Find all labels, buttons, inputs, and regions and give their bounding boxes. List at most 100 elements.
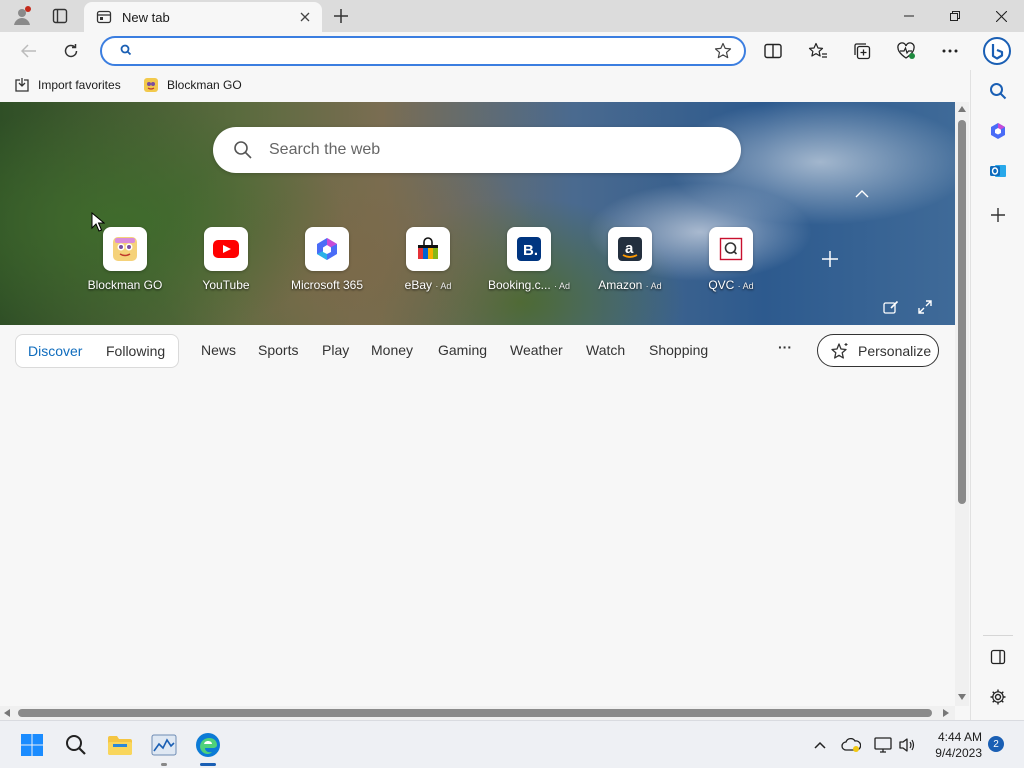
tab-watch[interactable]: Watch: [586, 342, 625, 358]
folder-icon: [108, 736, 132, 755]
sidebar-panel-icon: [990, 649, 1006, 665]
settings-more-button[interactable]: [934, 36, 966, 66]
quicklink-tile: B.: [507, 227, 551, 271]
more-tabs-button[interactable]: ···: [778, 339, 792, 355]
microsoft-365-icon: [317, 238, 337, 260]
tab-play[interactable]: Play: [322, 342, 349, 358]
browser-toolbar: [0, 32, 1024, 70]
tab-shopping[interactable]: Shopping: [649, 342, 708, 358]
horizontal-scrollbar[interactable]: [0, 706, 955, 720]
tab-weather[interactable]: Weather: [510, 342, 563, 358]
refresh-button[interactable]: [56, 36, 86, 66]
import-favorites-link[interactable]: Import favorites: [14, 74, 121, 96]
copilot-button[interactable]: [980, 36, 1014, 66]
tab-new-tab[interactable]: New tab: [84, 2, 322, 32]
tab-following[interactable]: Following: [106, 343, 165, 359]
close-tab-button[interactable]: [296, 8, 314, 26]
profile-button[interactable]: [8, 4, 36, 28]
sidebar-outlook-button[interactable]: [983, 156, 1013, 186]
sidebar-office-button[interactable]: [983, 116, 1013, 146]
edge-taskbar-button[interactable]: [192, 729, 224, 766]
scroll-up-arrow-icon[interactable]: [958, 106, 966, 112]
restore-button[interactable]: [932, 0, 978, 32]
add-shortcut-button[interactable]: [818, 247, 842, 271]
address-input[interactable]: [138, 41, 698, 61]
network-tray-button[interactable]: [872, 733, 894, 757]
plus-icon: [822, 251, 838, 267]
scroll-left-arrow-icon[interactable]: [4, 709, 10, 717]
split-screen-icon: [764, 43, 782, 59]
quicklink-label: Microsoft 365: [290, 278, 364, 292]
taskbar-search-button[interactable]: [60, 729, 92, 761]
file-explorer-button[interactable]: [104, 729, 136, 761]
horizontal-scroll-thumb[interactable]: [18, 709, 932, 717]
import-icon: [15, 78, 29, 92]
notification-badge[interactable]: 2: [988, 736, 1004, 752]
personalize-button[interactable]: Personalize: [817, 334, 939, 367]
newtab-page-icon: [96, 10, 112, 24]
expand-background-button[interactable]: [914, 296, 936, 318]
minimize-button[interactable]: [886, 0, 932, 32]
vertical-scrollbar[interactable]: [955, 102, 969, 706]
volume-tray-button[interactable]: [896, 733, 918, 757]
ad-badge: · Ad: [435, 281, 452, 291]
quicklink-label: YouTube: [202, 278, 250, 292]
scroll-down-arrow-icon[interactable]: [958, 694, 966, 700]
sidebar-add-button[interactable]: [983, 200, 1013, 230]
quicklink-blockman-go[interactable]: Blockman GO: [75, 227, 175, 297]
quicklink-tile: [406, 227, 450, 271]
tab-sports[interactable]: Sports: [258, 342, 298, 358]
running-indicator: [161, 763, 167, 766]
vertical-scroll-thumb[interactable]: [958, 120, 966, 504]
web-search-box[interactable]: [213, 127, 741, 173]
search-icon: [120, 44, 132, 56]
quicklink-amazon[interactable]: a Amazon · Ad: [580, 227, 680, 297]
quicklink-qvc[interactable]: QVC · Ad: [681, 227, 781, 297]
quicklink-microsoft-365[interactable]: Microsoft 365: [277, 227, 377, 297]
tab-news[interactable]: News: [201, 342, 236, 358]
collections-button[interactable]: [846, 36, 878, 66]
tab-gaming[interactable]: Gaming: [438, 342, 487, 358]
favorite-star-icon[interactable]: [714, 42, 732, 60]
collections-icon: [854, 43, 871, 60]
quicklink-tile: [709, 227, 753, 271]
gear-icon: [990, 689, 1006, 705]
start-button[interactable]: [16, 729, 48, 761]
blockman-icon: [144, 78, 158, 92]
split-screen-button[interactable]: [757, 36, 789, 66]
sidebar-search-button[interactable]: [983, 76, 1013, 106]
browser-essentials-button[interactable]: [890, 36, 922, 66]
back-button[interactable]: [14, 36, 44, 66]
close-window-button[interactable]: [978, 0, 1024, 32]
quicklink-ebay[interactable]: eBay · Ad: [378, 227, 478, 297]
sidebar-settings-button[interactable]: [983, 682, 1013, 712]
background-info-button[interactable]: [880, 296, 902, 318]
search-icon: [66, 735, 86, 755]
show-hidden-icons-button[interactable]: [809, 733, 831, 757]
onedrive-tray-button[interactable]: [840, 733, 862, 757]
scroll-right-arrow-icon[interactable]: [943, 709, 949, 717]
back-arrow-icon: [21, 44, 36, 58]
new-tab-button[interactable]: [327, 4, 355, 28]
active-indicator: [200, 763, 216, 766]
hide-sidebar-button[interactable]: [983, 642, 1013, 672]
feed-navigation: Discover Following News Sports Play Mone…: [0, 325, 955, 375]
ad-badge: · Ad: [737, 281, 754, 291]
quicklink-label: eBay: [404, 278, 432, 292]
tab-actions-button[interactable]: [46, 4, 74, 28]
quicklink-youtube[interactable]: YouTube: [176, 227, 276, 297]
favorites-star-list-icon: [808, 42, 827, 58]
search-icon: [990, 83, 1007, 100]
collapse-shortcuts-button[interactable]: [850, 184, 874, 204]
address-bar[interactable]: [100, 36, 746, 66]
tab-discover[interactable]: Discover: [28, 343, 82, 359]
quicklink-label: Booking.c...: [487, 278, 551, 292]
tab-money[interactable]: Money: [371, 342, 413, 358]
refresh-icon: [64, 44, 78, 58]
favorites-button[interactable]: [802, 36, 834, 66]
web-search-input[interactable]: [269, 139, 709, 161]
quicklink-booking[interactable]: B. Booking.c... · Ad: [479, 227, 579, 297]
favorite-blockman-go[interactable]: Blockman GO: [143, 74, 242, 96]
system-clock[interactable]: 4:44 AM 9/4/2023: [926, 729, 982, 761]
task-manager-button[interactable]: [148, 729, 180, 766]
